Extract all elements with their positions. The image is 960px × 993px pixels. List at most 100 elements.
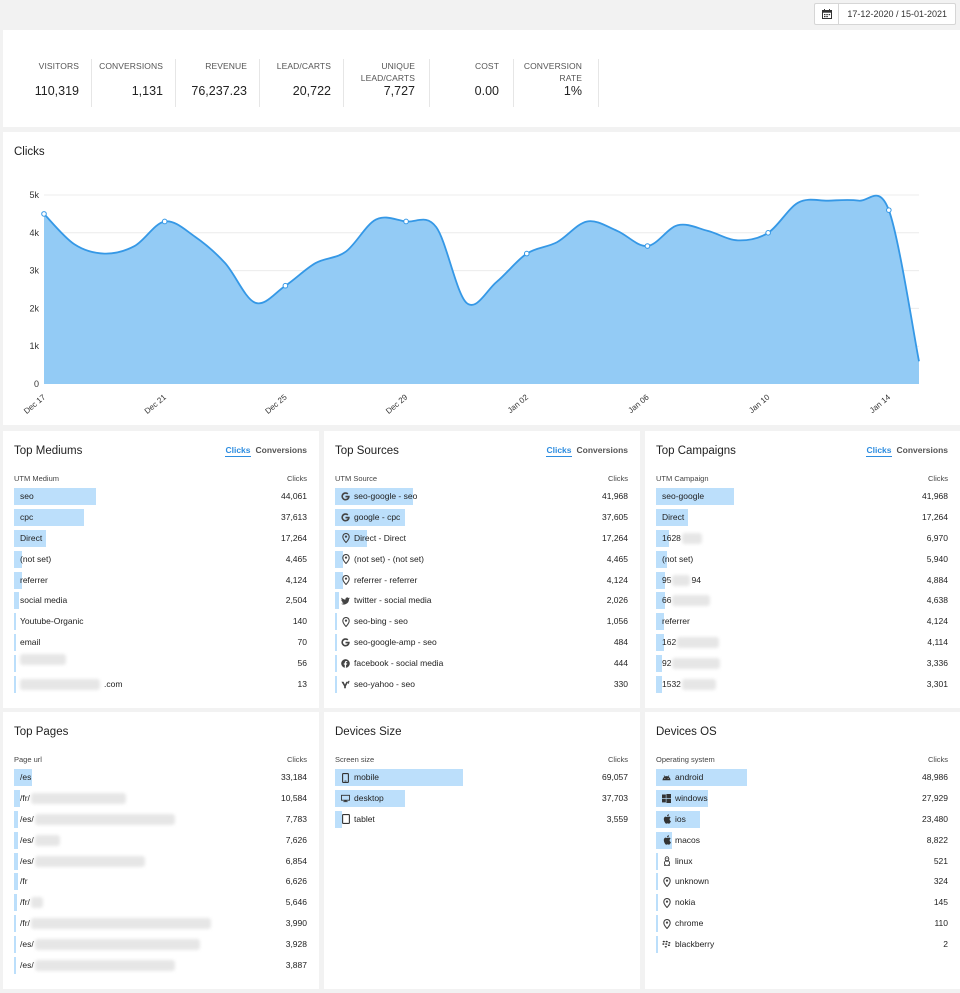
toggle-conversions[interactable]: Conversions (256, 445, 308, 457)
table-row[interactable]: Youtube-Organic 140 (14, 612, 307, 633)
table-row[interactable]: twitter - social media 2,026 (335, 591, 628, 612)
kpi-lead-carts: LEAD/CARTS 20,722 (255, 30, 339, 108)
table-row[interactable]: (not set) 5,940 (656, 550, 948, 571)
table-row[interactable]: seo-google 41,968 (656, 487, 948, 508)
table-row[interactable]: /es 33,184 (14, 768, 307, 789)
table-row[interactable]: tablet 3,559 (335, 810, 628, 831)
row-label-text: 1532 (662, 679, 681, 690)
toggle-clicks[interactable]: Clicks (546, 445, 572, 457)
table-row[interactable]: .com 13 (14, 675, 307, 696)
table-row[interactable]: mobile 69,057 (335, 768, 628, 789)
table-row[interactable]: Direct - Direct 17,264 (335, 529, 628, 550)
table-row[interactable]: seo-google-amp - seo 484 (335, 633, 628, 654)
table-row[interactable]: linux 521 (656, 852, 948, 873)
clicks-area-chart[interactable]: 0 1k 2k 3k 4k 5k Dec 17 Dec 21 Dec 25 Dec 29 Jan 0… (3, 132, 960, 425)
row-label-text: tablet (354, 813, 375, 824)
x-tick-label: Jan 02 (506, 392, 531, 415)
table-row[interactable]: Direct 17,264 (656, 508, 948, 529)
location-pin-icon (662, 876, 671, 887)
table-row[interactable]: (not set) 4,465 (14, 550, 307, 571)
row-value: 69,057 (602, 772, 628, 782)
kpi-value: 110,319 (34, 84, 79, 98)
value-bar (14, 894, 18, 912)
table-row[interactable]: referrer 4,124 (14, 571, 307, 592)
table-rows: mobile 69,057 desktop 37,703 tablet 3,559 (335, 768, 628, 831)
row-value: 3,336 (926, 658, 948, 669)
table-row[interactable]: ios 23,480 (656, 810, 948, 831)
data-point (644, 243, 651, 249)
value-bar (656, 936, 658, 954)
row-label-text: /es (20, 772, 32, 782)
table-row[interactable]: /es/3,887 (14, 956, 307, 977)
table-row[interactable]: 95 94 4,884 (656, 571, 948, 592)
redacted-text (34, 939, 200, 951)
table-row[interactable]: android 48,986 (656, 768, 948, 789)
table-row[interactable]: seo-bing - seo 1,056 (335, 612, 628, 633)
table-row[interactable]: 66 4,638 (656, 591, 948, 612)
toggle-conversions[interactable]: Conversions (577, 445, 629, 457)
table-row[interactable]: /fr/3,990 (14, 914, 307, 935)
row-label: seo-google - seo (341, 487, 417, 506)
column-header-label: Operating system (656, 755, 715, 764)
mobile-icon (341, 772, 350, 783)
redacted-text (20, 654, 66, 666)
table-row[interactable]: nokia 145 (656, 893, 948, 914)
row-label-text: twitter - social media (354, 595, 432, 606)
table-row[interactable]: seo-google - seo 41,968 (335, 487, 628, 508)
table-row[interactable]: referrer - referrer 4,124 (335, 571, 628, 592)
table-row[interactable]: /es/7,626 (14, 831, 307, 852)
card-title: Top Mediums (14, 445, 83, 457)
toggle-clicks[interactable]: Clicks (866, 445, 892, 457)
calendar-icon[interactable] (815, 4, 840, 24)
table-row[interactable]: 1628 6,970 (656, 529, 948, 550)
kpi-value: 76,237.23 (191, 84, 247, 98)
table-row[interactable]: blackberry 2 (656, 935, 948, 956)
row-label-text: /es/ (20, 834, 34, 845)
table-row[interactable]: unknown 324 (656, 872, 948, 893)
top-sources-card: Top Sources Clicks Conversions UTM Source Cl… (324, 431, 640, 708)
table-row[interactable]: /fr 6,626 (14, 872, 307, 893)
table-row[interactable]: social media 2,504 (14, 591, 307, 612)
table-row[interactable]: windows 27,929 (656, 789, 948, 810)
table-row[interactable]: macos 8,822 (656, 831, 948, 852)
toggle-conversions[interactable]: Conversions (897, 445, 949, 457)
table-row[interactable]: seo-yahoo - seo 330 (335, 675, 628, 696)
table-row[interactable]: google - cpc 37,605 (335, 508, 628, 529)
table-row[interactable]: /es/3,928 (14, 935, 307, 956)
redacted-text (34, 813, 175, 825)
table-row[interactable]: 92 3,336 (656, 654, 948, 675)
table-row[interactable]: email 70 (14, 633, 307, 654)
location-pin-icon (341, 575, 350, 586)
table-row[interactable]: chrome 110 (656, 914, 948, 935)
table-row[interactable]: /es/7,783 (14, 810, 307, 831)
date-range-text[interactable]: 17-12-2020 / 15-01-2021 (839, 4, 955, 24)
table-row[interactable]: /fr/10,584 (14, 789, 307, 810)
table-row[interactable]: /es/6,854 (14, 852, 307, 873)
row-label: desktop (341, 789, 384, 808)
redacted-text (34, 960, 175, 972)
column-header-clicks: Clicks (928, 755, 948, 764)
toggle-clicks[interactable]: Clicks (225, 445, 251, 457)
table-row[interactable]: 56 (14, 654, 307, 675)
table-row[interactable]: referrer 4,124 (656, 612, 948, 633)
table-row[interactable]: (not set) - (not set) 4,465 (335, 550, 628, 571)
devices-size-card: Devices Size Screen size Clicks mobile 69,05… (324, 712, 640, 989)
table-row[interactable]: Direct 17,264 (14, 529, 307, 550)
column-header-label: Screen size (335, 755, 375, 764)
table-row[interactable]: desktop 37,703 (335, 789, 628, 810)
top-pages-card: Top Pages Page url Clicks/es 33,184/fr/10,5… (3, 712, 319, 989)
table-row[interactable]: /fr/5,646 (14, 893, 307, 914)
table-row[interactable]: facebook - social media 444 (335, 654, 628, 675)
row-label: seo-google (662, 487, 704, 506)
x-tick-label: Dec 29 (384, 392, 410, 416)
row-value: 484 (613, 637, 628, 648)
table-row[interactable]: cpc 37,613 (14, 508, 307, 529)
table-row[interactable]: 1532 3,301 (656, 675, 948, 696)
value-bar (335, 592, 339, 610)
row-label: seo (20, 487, 34, 506)
kpi-label: COST (474, 61, 499, 71)
row-label-text: 95 (662, 574, 672, 585)
table-row[interactable]: seo 44,061 (14, 487, 307, 508)
table-row[interactable]: 162 4,114 (656, 633, 948, 654)
date-range-picker[interactable]: 17-12-2020 / 15-01-2021 (814, 3, 956, 25)
